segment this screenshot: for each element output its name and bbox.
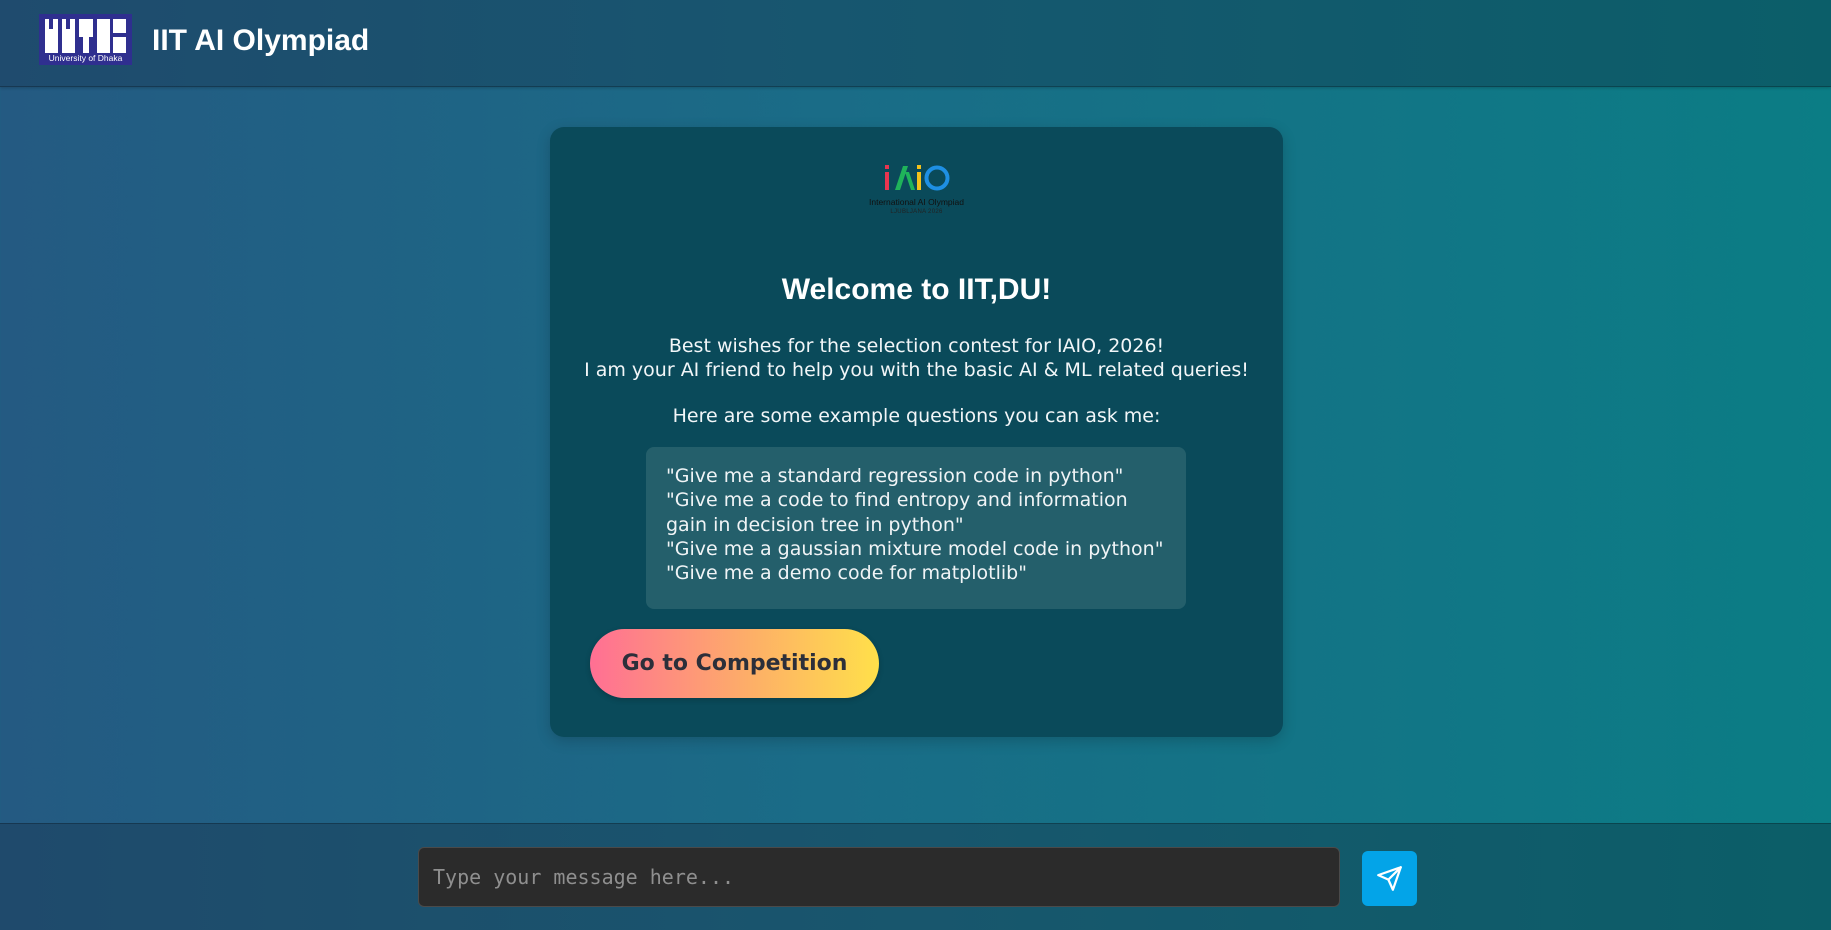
- message-composer: [0, 823, 1831, 930]
- app-title: IIT AI Olympiad: [152, 24, 370, 57]
- examples-box: "Give me a standard regression code in p…: [646, 447, 1186, 609]
- iit-logo-mark: [43, 17, 128, 53]
- iit-logo[interactable]: University of Dhaka: [39, 14, 132, 65]
- example-question: "Give me a gaussian mixture model code i…: [666, 537, 1164, 560]
- logo-subtitle: University of Dhaka: [48, 53, 123, 63]
- send-icon: [1377, 866, 1402, 891]
- send-button[interactable]: [1362, 851, 1417, 906]
- iaio-logo-icon: [884, 165, 949, 191]
- message-input[interactable]: [418, 847, 1340, 907]
- app-header: University of Dhaka IIT AI Olympiad: [0, 0, 1831, 87]
- example-question: "Give me a demo code for matplotlib": [666, 562, 1027, 585]
- go-to-competition-button[interactable]: Go to Competition: [590, 629, 879, 698]
- intro-text: Best wishes for the selection contest fo…: [550, 334, 1283, 382]
- example-question: "Give me a standard regression code in p…: [666, 465, 1124, 487]
- welcome-card: International AI Olympiad LJUBLJANA 2026…: [550, 127, 1283, 737]
- intro-line-1: Best wishes for the selection contest fo…: [668, 335, 1165, 357]
- welcome-heading: Welcome to IIT,DU!: [781, 273, 1052, 306]
- examples-title: Here are some example questions you can …: [672, 405, 1161, 427]
- example-question: "Give me a code to find entropy and info…: [666, 489, 1128, 536]
- iaio-tagline: LJUBLJANA 2026: [890, 209, 943, 215]
- iaio-badge: International AI Olympiad LJUBLJANA 2026: [860, 163, 973, 219]
- iaio-subtitle: International AI Olympiad: [869, 197, 964, 207]
- intro-line-2: I am your AI friend to help you with the…: [584, 359, 1249, 381]
